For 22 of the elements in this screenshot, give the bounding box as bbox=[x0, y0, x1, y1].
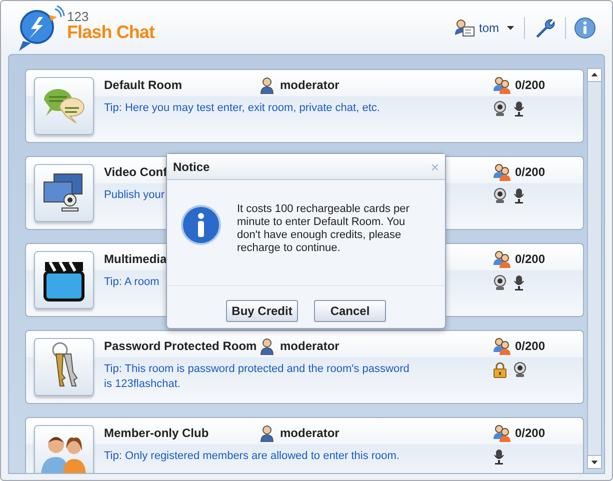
user-count: 0/200 bbox=[515, 77, 546, 94]
room-name: Member-only Club bbox=[104, 425, 209, 442]
moderator-label: moderator bbox=[280, 425, 340, 442]
dialog-title: Notice bbox=[173, 158, 210, 176]
logo-title: Flash Chat bbox=[67, 23, 155, 41]
room-tip: Tip: Only registered members are allowed to enter this room. bbox=[104, 449, 400, 464]
room-tip: Tip: A room bbox=[104, 275, 160, 290]
room-tip: Tip: Here you may test enter, exit room, private chat, etc. bbox=[104, 101, 381, 116]
room-tip: Publish your bbox=[104, 188, 166, 203]
user-count: 0/200 bbox=[515, 164, 546, 181]
moderator-label: moderator bbox=[280, 77, 340, 94]
room-tip: Tip: This room is password protected and the room's password is 123flashchat. bbox=[104, 362, 410, 392]
room-name: Multimedia bbox=[104, 251, 167, 268]
user-count: 0/200 bbox=[515, 251, 546, 268]
user-count: 0/200 bbox=[515, 425, 546, 442]
room-name: Default Room bbox=[104, 77, 182, 94]
user-count: 0/200 bbox=[515, 338, 546, 355]
logo-number: 123 bbox=[67, 10, 90, 23]
room-name: Video Conf bbox=[104, 164, 168, 181]
dialog-message: It costs 100 rechargeable cards per minute to enter Default Room. You don't have enough credits, please recharge to continue. bbox=[237, 203, 410, 255]
moderator-label: moderator bbox=[280, 338, 340, 355]
room-name: Password Protected Room bbox=[104, 338, 257, 355]
